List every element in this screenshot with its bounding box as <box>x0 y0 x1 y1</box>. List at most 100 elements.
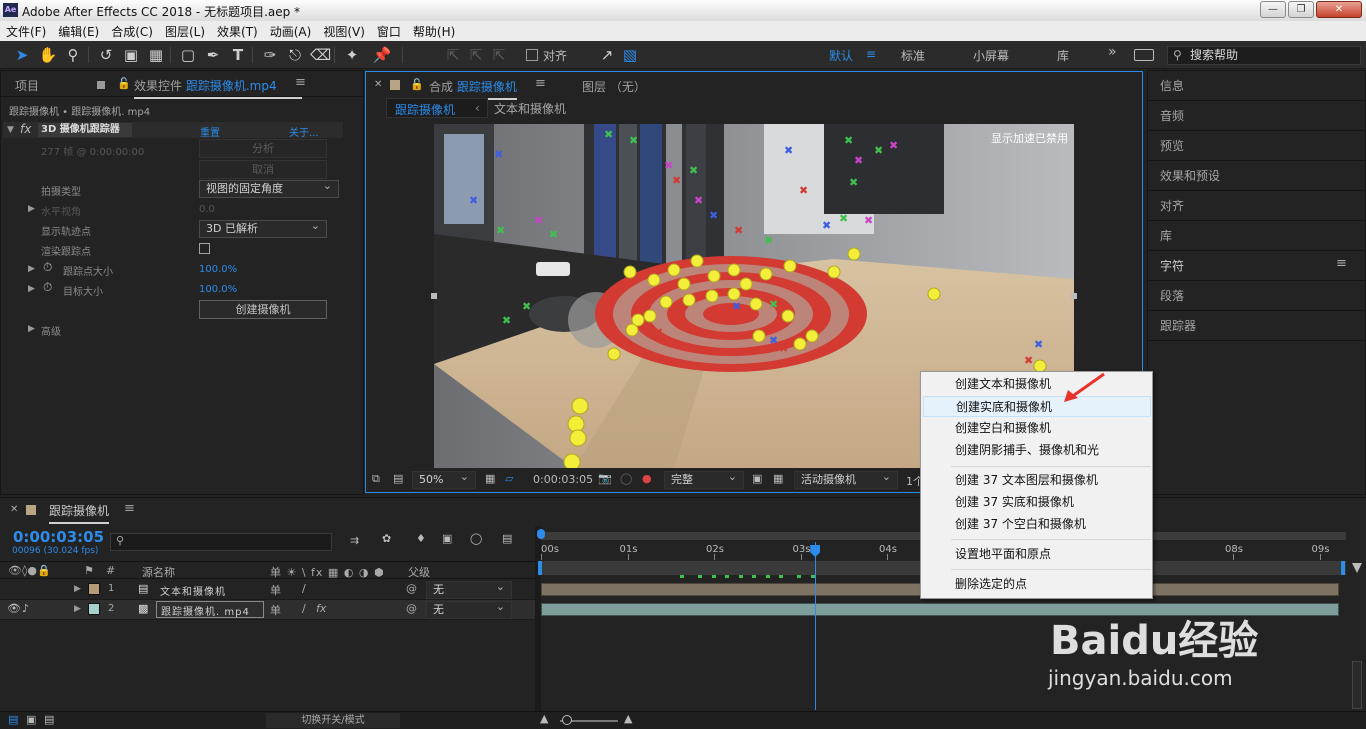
viewer-timecode[interactable]: 0:00:03:05 <box>533 473 593 486</box>
panel-menu-icon[interactable]: ≡ <box>1336 256 1347 271</box>
hand-tool-icon[interactable]: ✋ <box>38 45 58 65</box>
lock-icon[interactable]: 🔓 <box>117 77 131 90</box>
workspace-menu-icon[interactable]: ≡ <box>866 47 876 61</box>
show-track-dropdown[interactable]: 3D 已解析 <box>199 218 327 238</box>
shy-layers-icon[interactable]: ♦ <box>416 532 426 545</box>
menu-layer[interactable]: 图层(L) <box>165 23 205 40</box>
world-axis-icon[interactable]: ⇱ <box>466 45 486 65</box>
menu-item-create-text-camera[interactable]: 创建文本和摄像机 <box>923 374 1151 395</box>
label-column-icon[interactable]: ⚑ <box>84 564 94 577</box>
quality-switch-icon[interactable]: ∕ <box>302 602 306 615</box>
audio-switch-icon[interactable]: ♪ <box>22 602 29 615</box>
tab-layer[interactable]: 图层 （无） <box>582 78 646 95</box>
tab-project[interactable]: 项目 <box>15 77 39 94</box>
snapshot-icon[interactable]: 📷 <box>598 472 612 485</box>
panel-libraries[interactable]: 库 <box>1160 227 1172 244</box>
navigator-start-handle[interactable] <box>538 561 542 575</box>
clone-stamp-tool-icon[interactable]: ⎋ <box>285 45 305 65</box>
fx-icon[interactable]: fx <box>20 122 31 136</box>
rotate-tool-icon[interactable]: ↺ <box>96 45 116 65</box>
show-snapshot-icon[interactable]: ◯ <box>620 472 632 485</box>
timeline-scrollbar[interactable] <box>1352 661 1362 709</box>
workspace-overflow-button[interactable]: » <box>1108 44 1117 60</box>
shot-type-dropdown[interactable]: 视图的固定角度 <box>199 178 339 198</box>
selection-tool-icon[interactable]: ➤ <box>12 45 32 65</box>
snap-checkbox[interactable] <box>526 49 538 61</box>
effect-name[interactable]: 3D 摄像机跟踪器 <box>38 123 132 137</box>
minimize-button[interactable]: — <box>1260 1 1286 18</box>
menu-item-set-ground-plane[interactable]: 设置地平面和原点 <box>923 544 1151 565</box>
always-preview-icon[interactable]: ⧉ <box>372 472 380 486</box>
menu-item-create-37-solid[interactable]: 创建 37 实底和摄像机 <box>923 492 1151 513</box>
expand-layer-icon[interactable]: ▶ <box>74 584 81 594</box>
panel-menu-icon[interactable] <box>97 81 105 89</box>
panel-align[interactable]: 对齐 <box>1160 197 1184 214</box>
menu-composition[interactable]: 合成(C) <box>111 23 153 40</box>
view-axis-icon[interactable]: ⇱ <box>489 45 509 65</box>
tab-menu-icon[interactable]: ≡ <box>535 76 546 91</box>
graph-editor-icon[interactable]: ▤ <box>502 532 512 545</box>
camera-dropdown[interactable]: 活动摄像机 <box>794 469 898 489</box>
shy-switch-icon[interactable]: 单 <box>270 602 281 618</box>
current-timecode[interactable]: 0:00:03:05 <box>13 528 104 546</box>
layer-name[interactable]: 文本和摄像机 <box>160 583 226 598</box>
panel-paragraph[interactable]: 段落 <box>1160 287 1184 304</box>
menu-item-create-solid-camera[interactable]: 创建实底和摄像机 <box>923 396 1151 417</box>
track-size-value[interactable]: 100.0% <box>199 264 237 275</box>
close-tab-icon[interactable]: ✕ <box>374 79 382 90</box>
about-link[interactable]: 关于... <box>289 124 319 139</box>
target-size-value[interactable]: 100.0% <box>199 284 237 295</box>
timeline-search-input[interactable]: ⚲ <box>110 533 332 551</box>
comp-nav-active[interactable]: 跟踪摄像机 ‹ <box>386 98 488 118</box>
menu-item-delete-points[interactable]: 删除选定的点 <box>923 574 1151 595</box>
expand-target-size-icon[interactable]: ▶ <box>28 284 35 294</box>
quality-switch-icon[interactable]: ∕ <box>302 582 306 595</box>
comp-nav-next[interactable]: 文本和摄像机 <box>494 100 566 117</box>
maximize-button[interactable]: ❐ <box>1288 1 1314 18</box>
layer-switches-icon[interactable]: ▤ <box>8 713 18 726</box>
transfer-controls-icon[interactable]: ▣ <box>26 713 36 726</box>
current-time-indicator[interactable] <box>815 542 817 710</box>
menu-item-create-shadow-catcher[interactable]: 创建阴影捕手、摄像机和光 <box>923 440 1151 461</box>
region-of-interest-icon[interactable]: ▣ <box>752 472 762 485</box>
menu-item-create-null-camera[interactable]: 创建空白和摄像机 <box>923 418 1151 439</box>
layer-name[interactable]: 跟踪摄像机. mp4 <box>156 601 264 618</box>
workspace-default[interactable]: 默认 <box>829 47 853 64</box>
zoom-out-icon[interactable]: ▲ <box>540 712 548 725</box>
menu-animation[interactable]: 动画(A) <box>270 23 312 40</box>
motion-blur-icon[interactable]: ◯ <box>470 532 482 545</box>
pickwhip-icon[interactable]: @ <box>406 582 417 595</box>
zoom-tool-icon[interactable]: ⚲ <box>63 45 83 65</box>
type-tool-icon[interactable]: T <box>228 45 248 65</box>
expand-effect-icon[interactable]: ▼ <box>7 125 14 135</box>
menu-effect[interactable]: 效果(T) <box>217 23 258 40</box>
camera-tool-icon[interactable]: ▣ <box>121 45 141 65</box>
panel-preview[interactable]: 预览 <box>1160 137 1184 154</box>
tab-effect-controls[interactable]: 效果控件 跟踪摄像机.mp4 <box>134 77 302 99</box>
mask-visibility-icon[interactable]: ▱ <box>505 472 513 485</box>
frame-blending-icon[interactable]: ▣ <box>442 532 452 545</box>
snap-options-icon[interactable]: ↗ <box>597 45 617 65</box>
timeline-tab[interactable]: 跟踪摄像机 <box>49 502 110 524</box>
layer-row[interactable]: 👁 ♪ ▶ 2 ▩ 跟踪摄像机. mp4 单 ∕ fx @ 无 <box>0 599 535 620</box>
pen-tool-icon[interactable]: ✒ <box>203 45 223 65</box>
expand-layer-icon[interactable]: ▶ <box>74 604 81 614</box>
rectangle-tool-icon[interactable]: ▢ <box>178 45 198 65</box>
help-search-input[interactable]: ⚲ 搜索帮助 <box>1167 46 1361 65</box>
stopwatch-icon[interactable]: ⏱ <box>43 260 52 275</box>
eraser-tool-icon[interactable]: ⌫ <box>310 45 331 65</box>
pickwhip-icon[interactable]: @ <box>406 602 417 615</box>
roto-brush-tool-icon[interactable]: ✦ <box>342 45 362 65</box>
layer-label-color[interactable] <box>88 603 100 615</box>
tab-composition[interactable]: 合成 跟踪摄像机 <box>429 78 517 100</box>
fx-switch-icon[interactable]: fx <box>316 602 326 615</box>
analyze-button[interactable]: 分析 <box>199 139 327 158</box>
toggle-switches-modes-button[interactable]: 切换开关/模式 <box>266 713 400 728</box>
panel-audio[interactable]: 音频 <box>1160 107 1184 124</box>
layer-handle-left[interactable] <box>431 293 437 299</box>
close-button[interactable]: ✕ <box>1316 1 1362 18</box>
menu-item-create-37-text[interactable]: 创建 37 文本图层和摄像机 <box>923 470 1151 491</box>
expand-hfov-icon[interactable]: ▶ <box>28 204 35 214</box>
pan-behind-tool-icon[interactable]: ▦ <box>146 45 166 65</box>
navigator-end-handle[interactable] <box>1341 561 1345 575</box>
